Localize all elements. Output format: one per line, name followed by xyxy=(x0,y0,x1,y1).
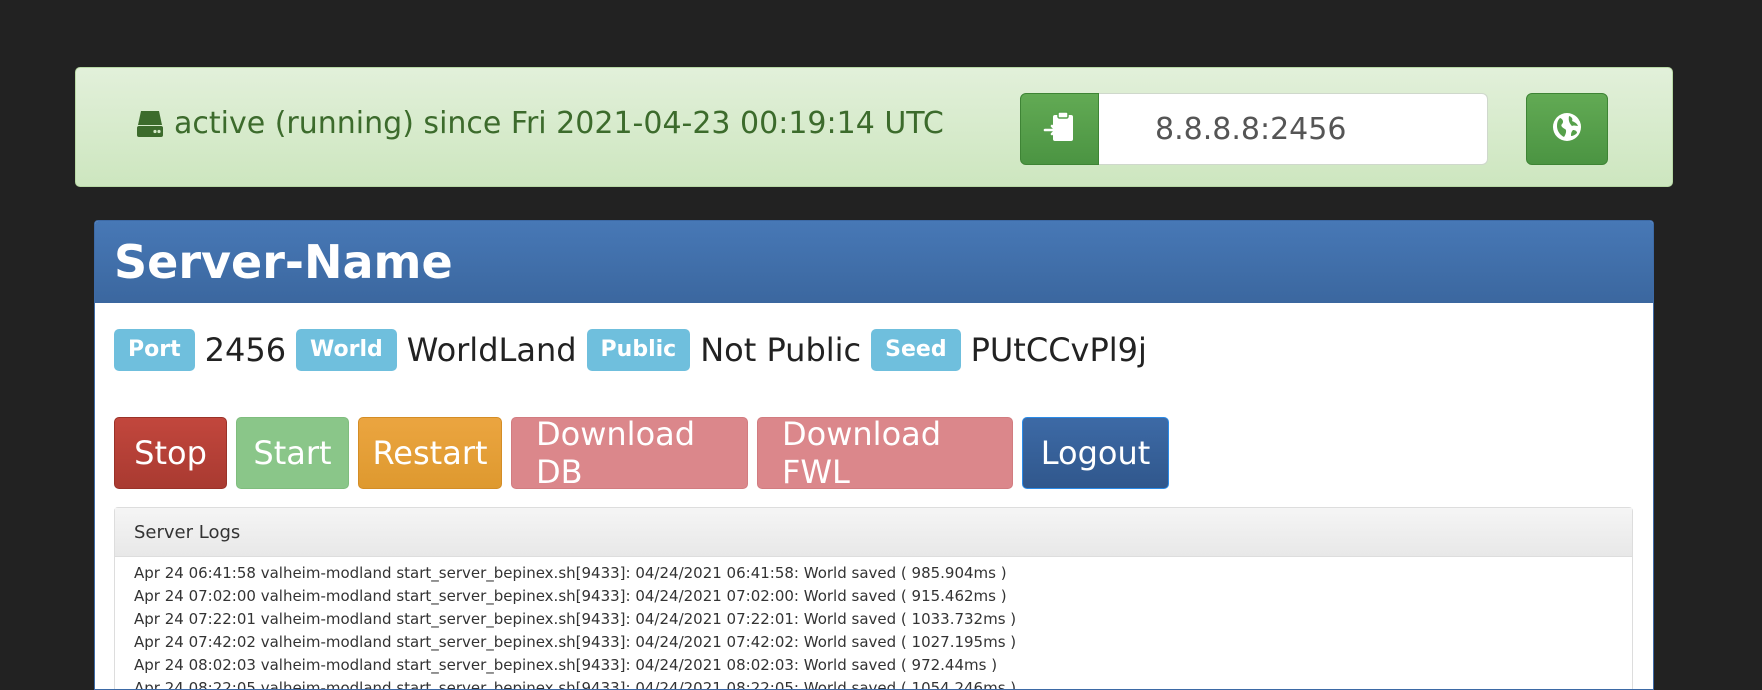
seed-label: Seed xyxy=(871,329,961,371)
world-label: World xyxy=(296,329,397,371)
server-address-input[interactable] xyxy=(1099,93,1488,165)
log-line: Apr 24 08:02:03 valheim-modland start_se… xyxy=(134,656,998,674)
action-buttons: Stop Start Restart Download DB Download … xyxy=(114,415,1178,491)
address-group xyxy=(1020,93,1488,165)
copy-address-button[interactable] xyxy=(1020,93,1099,165)
log-line: Apr 24 07:42:02 valheim-modland start_se… xyxy=(134,633,1017,651)
service-status: active (running) since Fri 2021-04-23 00… xyxy=(134,106,944,141)
server-logs-body[interactable]: Apr 24 06:41:58 valheim-modland start_se… xyxy=(134,562,1017,690)
restart-button[interactable]: Restart xyxy=(358,417,502,489)
globe-icon xyxy=(1551,111,1583,148)
status-alert: active (running) since Fri 2021-04-23 00… xyxy=(75,67,1673,187)
server-info-row: Port 2456 World WorldLand Public Not Pub… xyxy=(114,329,1157,371)
download-fwl-button[interactable]: Download FWL xyxy=(757,415,1013,491)
log-line: Apr 24 07:02:00 valheim-modland start_se… xyxy=(134,587,1007,605)
download-db-button[interactable]: Download DB xyxy=(511,415,748,491)
port-label: Port xyxy=(114,329,195,371)
server-logs-title: Server Logs xyxy=(115,508,1632,557)
server-name-title: Server-Name xyxy=(114,235,453,289)
log-line: Apr 24 07:22:01 valheim-modland start_se… xyxy=(134,610,1017,628)
log-line: Apr 24 08:22:05 valheim-modland start_se… xyxy=(134,679,1017,690)
seed-value: PUtCCvPl9j xyxy=(970,331,1147,369)
log-line: Apr 24 06:41:58 valheim-modland start_se… xyxy=(134,564,1007,582)
port-value: 2456 xyxy=(204,331,287,369)
globe-button[interactable] xyxy=(1526,93,1608,165)
server-logs-panel: Server Logs Apr 24 06:41:58 valheim-modl… xyxy=(114,507,1633,690)
panel-heading: Server-Name xyxy=(95,221,1653,303)
paste-clipboard-icon xyxy=(1043,110,1077,149)
stop-button[interactable]: Stop xyxy=(114,417,227,489)
public-value: Not Public xyxy=(700,331,862,369)
service-status-text: active (running) since Fri 2021-04-23 00… xyxy=(174,106,944,141)
start-button[interactable]: Start xyxy=(236,417,349,489)
hdd-icon xyxy=(134,108,166,140)
public-label: Public xyxy=(586,329,691,371)
logout-button[interactable]: Logout xyxy=(1022,417,1169,489)
server-panel: Server-Name Port 2456 World WorldLand Pu… xyxy=(94,220,1654,690)
world-value: WorldLand xyxy=(406,331,577,369)
